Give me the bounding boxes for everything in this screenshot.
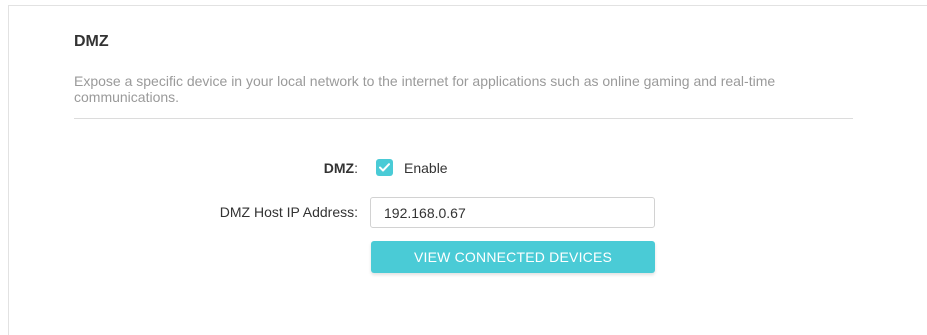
dmz-label: DMZ: [324,160,358,176]
dmz-panel [8,5,927,335]
section-description: Expose a specific device in your local n… [74,73,776,105]
enable-checkbox[interactable] [376,159,393,176]
dmz-host-ip-label: DMZ Host IP Address: [219,204,358,220]
check-icon [379,163,390,172]
dmz-label-colon: : [354,160,358,176]
section-divider [74,118,853,119]
dmz-label-text: DMZ [323,160,355,176]
view-connected-devices-button[interactable]: VIEW CONNECTED DEVICES [371,241,655,273]
dmz-host-ip-input[interactable] [370,197,655,228]
enable-label[interactable]: Enable [404,160,448,176]
section-title: DMZ [74,33,109,50]
